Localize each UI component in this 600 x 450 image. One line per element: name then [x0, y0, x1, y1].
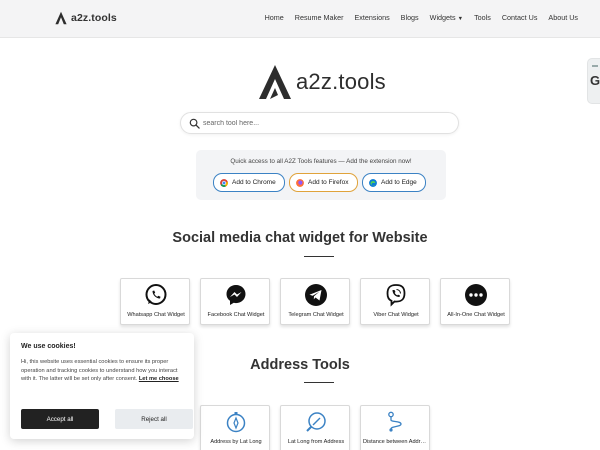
card-label: Facebook Chat Widget	[207, 312, 265, 318]
hero-logo-text: a2z.tools	[296, 69, 386, 94]
telegram-icon	[305, 284, 327, 306]
chrome-icon	[220, 178, 228, 187]
edge-icon	[369, 178, 377, 187]
nav-extensions[interactable]: Extensions	[355, 13, 390, 22]
cookie-consent-banner: We use cookies! Hi, this website uses es…	[10, 333, 194, 439]
add-to-chrome-button[interactable]: Add to Chrome	[213, 173, 285, 192]
add-to-edge-button[interactable]: Add to Edge	[362, 173, 426, 192]
section-title-social-widgets: Social media chat widget for Website	[172, 230, 428, 246]
section-divider	[304, 382, 334, 384]
top-navbar: a2z.tools Home Resume Maker Extensions B…	[0, 0, 600, 38]
card-address-by-lat-long[interactable]: Address by Lat Long	[200, 405, 270, 450]
brand-name: a2z.tools	[71, 12, 117, 24]
add-to-firefox-button[interactable]: Add to Firefox	[289, 173, 358, 192]
nav-widgets[interactable]: Widgets ▼	[430, 13, 463, 22]
side-tab-glyph: G	[590, 73, 600, 88]
main-nav: Home Resume Maker Extensions Blogs Widge…	[254, 13, 578, 22]
a2z-logo-large-icon	[259, 65, 291, 99]
add-to-chrome-label: Add to Chrome	[232, 179, 276, 186]
route-icon	[388, 411, 402, 432]
nav-resume-maker[interactable]: Resume Maker	[295, 13, 344, 22]
nav-home[interactable]: Home	[265, 13, 284, 22]
card-all-in-one-widget[interactable]: All-In-One Chat Widget	[440, 278, 510, 325]
firefox-icon	[296, 178, 304, 187]
card-distance-between-addresses[interactable]: Distance between Addresses	[360, 405, 430, 450]
nav-tools[interactable]: Tools	[474, 13, 491, 22]
cookie-preferences-link[interactable]: Let me choose	[139, 376, 179, 382]
side-floating-tab[interactable]: G	[587, 58, 600, 104]
compass-icon	[226, 412, 246, 433]
search-bar[interactable]	[180, 112, 459, 134]
caret-down-icon: ▼	[457, 16, 464, 22]
whatsapp-icon	[145, 284, 167, 305]
card-facebook-widget[interactable]: Facebook Chat Widget	[200, 278, 270, 325]
card-label: Telegram Chat Widget	[288, 312, 344, 318]
card-lat-long-from-address[interactable]: Lat Long from Address	[280, 405, 350, 450]
cookie-title: We use cookies!	[21, 343, 76, 350]
nav-contact-us[interactable]: Contact Us	[502, 13, 538, 22]
card-label: Lat Long from Address	[287, 439, 345, 445]
extension-promo: Quick access to all A2Z Tools features —…	[196, 150, 446, 200]
search-input[interactable]	[203, 116, 443, 131]
messenger-icon	[226, 285, 246, 305]
nav-about-us[interactable]: About Us	[548, 13, 578, 22]
add-to-firefox-label: Add to Firefox	[308, 179, 349, 186]
extension-promo-text: Quick access to all A2Z Tools features —…	[230, 158, 412, 165]
card-label: Distance between Addresses	[363, 439, 429, 445]
add-to-edge-label: Add to Edge	[381, 179, 417, 186]
brand-link[interactable]: a2z.tools	[54, 11, 117, 25]
section-divider	[304, 256, 334, 258]
side-tab-line	[592, 65, 598, 67]
search-icon	[189, 118, 200, 129]
card-label: Viber Chat Widget	[373, 312, 419, 318]
accept-all-button[interactable]: Accept all	[21, 409, 99, 429]
nav-widgets-label: Widgets	[429, 13, 456, 22]
viber-icon	[386, 284, 406, 307]
cookie-text: Hi, this website uses essential cookies …	[21, 358, 186, 384]
card-label: All-In-One Chat Widget	[447, 312, 505, 318]
chat-bubble-icon	[465, 284, 487, 306]
card-label: Whatsapp Chat Widget	[127, 312, 185, 318]
card-whatsapp-widget[interactable]: Whatsapp Chat Widget	[120, 278, 190, 325]
card-telegram-widget[interactable]: Telegram Chat Widget	[280, 278, 350, 325]
location-search-icon	[306, 412, 326, 432]
card-viber-widget[interactable]: Viber Chat Widget	[360, 278, 430, 325]
nav-blogs[interactable]: Blogs	[401, 13, 419, 22]
card-label: Address by Lat Long	[210, 439, 262, 445]
reject-all-button[interactable]: Reject all	[115, 409, 193, 429]
hero-logo: a2z.tools	[258, 64, 386, 100]
a2z-logo-icon	[55, 11, 67, 25]
